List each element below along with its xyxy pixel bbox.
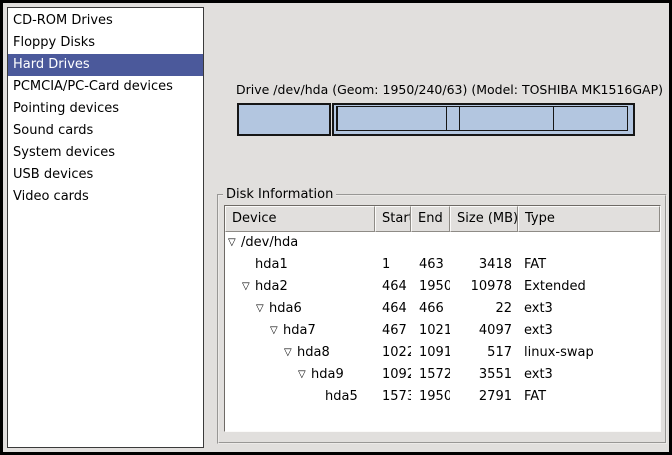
tree-indent <box>228 375 298 376</box>
drive-title: Drive /dev/hda (Geom: 1950/240/63) (Mode… <box>236 82 663 97</box>
type-cell: FAT <box>518 386 660 408</box>
column-header-end[interactable]: End <box>411 206 450 232</box>
device-name: hda8 <box>297 342 330 364</box>
sidebar-item-cd-rom-drives[interactable]: CD-ROM Drives <box>8 10 203 32</box>
disk-information-label: Disk Information <box>223 187 336 202</box>
type-cell: linux-swap <box>518 342 660 364</box>
start-cell: 1573 <box>375 386 411 408</box>
end-cell: 1572 <box>411 364 450 386</box>
device-name: hda5 <box>325 386 358 408</box>
tree-indent <box>228 397 312 398</box>
device-name: hda2 <box>255 276 288 298</box>
start-cell <box>375 232 411 254</box>
tree-indent <box>228 287 242 288</box>
device-cell: hda1 <box>225 254 375 276</box>
end-cell: 1091 <box>411 342 450 364</box>
type-cell: ext3 <box>518 364 660 386</box>
table-row-hda2[interactable]: ▽hda2464195010978Extended <box>225 276 660 298</box>
sidebar-item-video-cards[interactable]: Video cards <box>8 186 203 208</box>
partition-segment-hda1[interactable] <box>237 103 331 136</box>
start-cell: 1022 <box>375 342 411 364</box>
type-cell <box>518 232 660 254</box>
disk-table-body: ▽/dev/hdahda114633418FAT▽hda246419501097… <box>225 232 660 408</box>
sidebar-item-pcmcia-pc-card-devices[interactable]: PCMCIA/PC-Card devices <box>8 76 203 98</box>
column-header-size-mb[interactable]: Size (MB) <box>450 206 518 232</box>
type-cell: FAT <box>518 254 660 276</box>
table-row-hda7[interactable]: ▽hda746710214097ext3 <box>225 320 660 342</box>
size-cell <box>450 232 518 254</box>
end-cell: 463 <box>411 254 450 276</box>
device-name: hda1 <box>255 254 288 276</box>
tree-indent <box>228 331 270 332</box>
size-cell: 10978 <box>450 276 518 298</box>
end-cell: 466 <box>411 298 450 320</box>
device-cell: ▽hda7 <box>225 320 375 342</box>
tree-indent <box>228 265 242 266</box>
disk-information-frame: Disk Information DeviceStartEndSize (MB)… <box>217 187 667 444</box>
type-cell: Extended <box>518 276 660 298</box>
sidebar-item-hard-drives[interactable]: Hard Drives <box>8 54 203 76</box>
sidebar-item-sound-cards[interactable]: Sound cards <box>8 120 203 142</box>
device-cell: ▽hda6 <box>225 298 375 320</box>
device-name: /dev/hda <box>241 232 298 254</box>
expander-icon[interactable]: ▽ <box>242 276 255 298</box>
partition-bar <box>237 103 635 136</box>
tree-indent <box>228 353 284 354</box>
expander-icon[interactable]: ▽ <box>228 232 241 254</box>
size-cell: 4097 <box>450 320 518 342</box>
column-header-start[interactable]: Start <box>375 206 411 232</box>
type-cell: ext3 <box>518 298 660 320</box>
device-name: hda6 <box>269 298 302 320</box>
table-row-hda8[interactable]: ▽hda810221091517linux-swap <box>225 342 660 364</box>
size-cell: 3551 <box>450 364 518 386</box>
column-header-device[interactable]: Device <box>225 206 375 232</box>
size-cell: 517 <box>450 342 518 364</box>
start-cell: 1 <box>375 254 411 276</box>
end-cell: 1950 <box>411 386 450 408</box>
table-row-hda6[interactable]: ▽hda646446622ext3 <box>225 298 660 320</box>
end-cell: 1021 <box>411 320 450 342</box>
size-cell: 22 <box>450 298 518 320</box>
size-cell: 3418 <box>450 254 518 276</box>
device-category-list: CD-ROM DrivesFloppy DisksHard DrivesPCMC… <box>7 7 204 448</box>
table-row-hda5[interactable]: hda5 157319502791FAT <box>225 386 660 408</box>
start-cell: 464 <box>375 298 411 320</box>
sidebar-item-usb-devices[interactable]: USB devices <box>8 164 203 186</box>
partition-segment-hda5[interactable] <box>553 106 628 131</box>
expander-icon[interactable]: ▽ <box>270 320 283 342</box>
end-cell <box>411 232 450 254</box>
device-cell: hda5 <box>225 386 375 408</box>
tree-indent <box>228 309 256 310</box>
start-cell: 464 <box>375 276 411 298</box>
device-cell: ▽/dev/hda <box>225 232 375 254</box>
sidebar-item-floppy-disks[interactable]: Floppy Disks <box>8 32 203 54</box>
partition-segment-hda2[interactable] <box>332 103 635 136</box>
column-header-type[interactable]: Type <box>518 206 660 232</box>
start-cell: 467 <box>375 320 411 342</box>
device-name: hda9 <box>311 364 344 386</box>
expander-icon[interactable]: ▽ <box>256 298 269 320</box>
partition-segment-hda7[interactable] <box>337 106 447 131</box>
device-cell: ▽hda2 <box>225 276 375 298</box>
partition-segment-hda8[interactable] <box>446 106 460 131</box>
disk-table-header: DeviceStartEndSize (MB)Type <box>225 206 660 232</box>
sidebar-item-pointing-devices[interactable]: Pointing devices <box>8 98 203 120</box>
table-row-hda9[interactable]: ▽hda9109215723551ext3 <box>225 364 660 386</box>
expander-icon[interactable]: ▽ <box>298 364 311 386</box>
sidebar-item-system-devices[interactable]: System devices <box>8 142 203 164</box>
start-cell: 1092 <box>375 364 411 386</box>
device-name: hda7 <box>283 320 316 342</box>
device-cell: ▽hda9 <box>225 364 375 386</box>
expander-icon[interactable]: ▽ <box>284 342 297 364</box>
end-cell: 1950 <box>411 276 450 298</box>
partition-segment-hda9[interactable] <box>459 106 554 131</box>
size-cell: 2791 <box>450 386 518 408</box>
type-cell: ext3 <box>518 320 660 342</box>
table-row-hda1[interactable]: hda1 14633418FAT <box>225 254 660 276</box>
table-row-dev-hda[interactable]: ▽/dev/hda <box>225 232 660 254</box>
disk-table: DeviceStartEndSize (MB)Type ▽/dev/hdahda… <box>224 205 661 432</box>
device-cell: ▽hda8 <box>225 342 375 364</box>
hardware-browser-window: CD-ROM DrivesFloppy DisksHard DrivesPCMC… <box>0 0 672 455</box>
